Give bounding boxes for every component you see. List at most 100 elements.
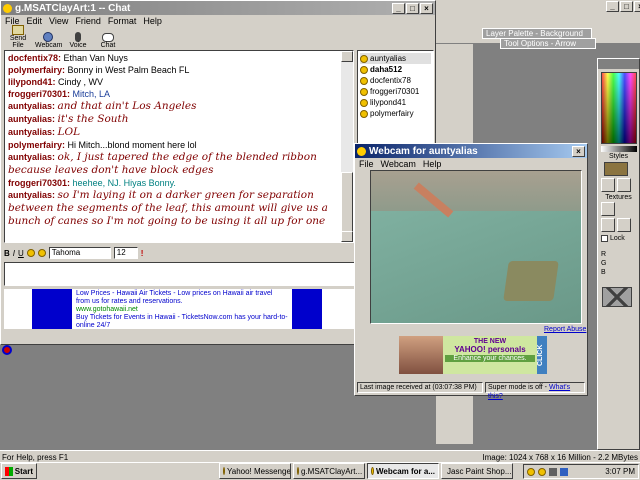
voice-button[interactable]: Voice	[65, 32, 91, 49]
no-style-icon[interactable]	[617, 178, 631, 192]
minimize-button[interactable]: _	[606, 1, 619, 12]
psp-window-controls: _ □ ×	[605, 1, 640, 12]
list-item[interactable]: docfentix78	[360, 75, 431, 86]
report-abuse-link[interactable]: Report Abuse	[544, 326, 586, 333]
chat-message: docfentix78: Ethan Van Nuys	[8, 53, 128, 63]
foreground-color-swatch[interactable]	[604, 162, 628, 176]
size-select[interactable]: 12	[113, 247, 138, 259]
yahoo-messenger-icon	[223, 467, 225, 475]
ad-link[interactable]: Buy Tickets for Events in Hawaii - Ticke…	[76, 314, 288, 329]
color-icon[interactable]	[26, 249, 35, 257]
ad-url: www.gotohawaii.net	[76, 306, 138, 313]
style-picker-icon[interactable]	[601, 178, 615, 192]
webcam-clay-canes	[503, 261, 559, 301]
webcam-statusbar: Last image received at (03:07:38 PM) Sup…	[357, 381, 585, 400]
super-mode-status: Super mode is off - What's this?	[485, 381, 585, 400]
taskbar-item[interactable]: Yahoo! Messenger	[219, 463, 291, 479]
lock-checkbox[interactable]	[601, 235, 608, 242]
color-preview-box	[602, 287, 632, 307]
webcam-image	[370, 170, 582, 324]
menu-friend[interactable]: Friend	[75, 16, 101, 26]
webcam-button[interactable]: Webcam	[35, 32, 63, 49]
user-smiley-icon	[360, 76, 368, 85]
tray-icon[interactable]	[527, 467, 535, 476]
scroll-down-button[interactable]	[341, 231, 353, 242]
webcam-icon	[371, 467, 375, 475]
emoticon-icon[interactable]	[37, 249, 46, 257]
scroll-thumb[interactable]	[341, 172, 353, 232]
network-icon[interactable]	[560, 467, 568, 476]
microphone-icon	[75, 32, 81, 42]
chat-bubble-icon	[102, 33, 114, 42]
volume-icon[interactable]	[549, 467, 557, 476]
webcam-window-icon	[357, 146, 366, 156]
menu-file[interactable]: File	[359, 159, 374, 169]
chat-message: auntyalias: so I'm laying it on a darker…	[8, 189, 328, 227]
chat-log[interactable]: docfentix78: Ethan Van Nuys polymerfairy…	[4, 50, 354, 243]
send-file-button[interactable]: Send File	[5, 25, 31, 49]
no-texture-icon[interactable]	[617, 218, 631, 232]
close-button[interactable]: ×	[572, 145, 585, 157]
g-label: G	[601, 260, 607, 267]
webcam-menubar: File Webcam Help	[355, 158, 587, 170]
chat-log-scrollbar[interactable]	[341, 51, 353, 242]
user-smiley-icon	[360, 54, 368, 63]
list-item[interactable]: auntyalias	[360, 53, 431, 64]
italic-button[interactable]: I	[13, 249, 15, 258]
tool-options-bar[interactable]: Tool Options - Arrow	[500, 38, 596, 49]
chat-message: auntyalias: ok, I just tapered the edge …	[8, 151, 317, 176]
webcam-scene-top	[371, 171, 581, 216]
menu-help[interactable]: Help	[143, 16, 162, 26]
yahoo-personals-ad[interactable]: THE NEW YAHOO! personals Enhance your ch…	[399, 336, 547, 374]
ad-blue-block	[292, 289, 322, 329]
close-button[interactable]: ×	[634, 1, 640, 12]
minimize-button[interactable]: _	[392, 2, 405, 14]
texture-swatch-icon[interactable]	[601, 218, 615, 232]
system-tray: 3:07 PM	[523, 464, 639, 479]
chat-message: auntyalias: it's the South	[8, 113, 129, 125]
underline-button[interactable]: U	[18, 249, 24, 258]
format-toolbar: B I U Tahoma 12 !	[4, 246, 143, 260]
ad-banner[interactable]: Low Prices - Hawaii Air Tickets - Low pr…	[4, 289, 354, 329]
lock-label: Lock	[610, 235, 625, 242]
start-button[interactable]: Start	[1, 463, 37, 479]
taskbar-item[interactable]: g.MSATClayArt...	[293, 463, 365, 479]
list-item[interactable]: daha512	[360, 64, 431, 75]
alert-icon[interactable]: !	[141, 249, 144, 258]
app-icon[interactable]	[2, 345, 12, 355]
close-button[interactable]: ×	[420, 2, 433, 14]
chat-titlebar[interactable]: g.MSATClayArt:1 -- Chat _ □ ×	[1, 1, 435, 15]
chat-message: polymerfairy: Hi Mitch...blond moment he…	[8, 140, 197, 150]
chat-message: lilypond41: Cindy , WV	[8, 77, 104, 87]
webcam-title: Webcam for auntyalias	[369, 145, 478, 157]
b-label: B	[601, 269, 606, 276]
maximize-button[interactable]: □	[620, 1, 633, 12]
bold-button[interactable]: B	[4, 249, 10, 258]
menu-view[interactable]: View	[49, 16, 68, 26]
font-select[interactable]: Tahoma	[48, 247, 111, 259]
list-item[interactable]: polymerfairy	[360, 108, 431, 119]
chat-message: auntyalias: LOL	[8, 126, 81, 138]
textures-label: Textures	[605, 194, 632, 201]
grayscale-strip[interactable]	[600, 146, 637, 152]
list-item[interactable]: lilypond41	[360, 97, 431, 108]
chat-button[interactable]: Chat	[95, 33, 121, 49]
scroll-up-button[interactable]	[341, 51, 353, 62]
ad-blue-block	[32, 289, 72, 329]
webcam-titlebar[interactable]: Webcam for auntyalias ×	[355, 144, 587, 158]
menu-help[interactable]: Help	[423, 159, 442, 169]
taskbar-item[interactable]: Webcam for a...	[367, 463, 439, 479]
taskbar-item[interactable]: Jasc Paint Shop...	[441, 463, 513, 479]
ad-link[interactable]: Low Prices - Hawaii Air Tickets - Low pr…	[76, 290, 288, 306]
styles-label: Styles	[608, 153, 629, 160]
list-item[interactable]: froggeri70301	[360, 86, 431, 97]
texture-picker-icon[interactable]	[601, 202, 615, 216]
user-smiley-icon	[360, 65, 368, 74]
user-smiley-icon	[360, 98, 368, 107]
help-hint: For Help, press F1	[2, 452, 69, 462]
maximize-button[interactable]: □	[406, 2, 419, 14]
menu-webcam[interactable]: Webcam	[381, 159, 416, 169]
color-spectrum[interactable]	[600, 72, 637, 144]
menu-format[interactable]: Format	[108, 16, 137, 26]
tray-icon[interactable]	[538, 467, 546, 476]
